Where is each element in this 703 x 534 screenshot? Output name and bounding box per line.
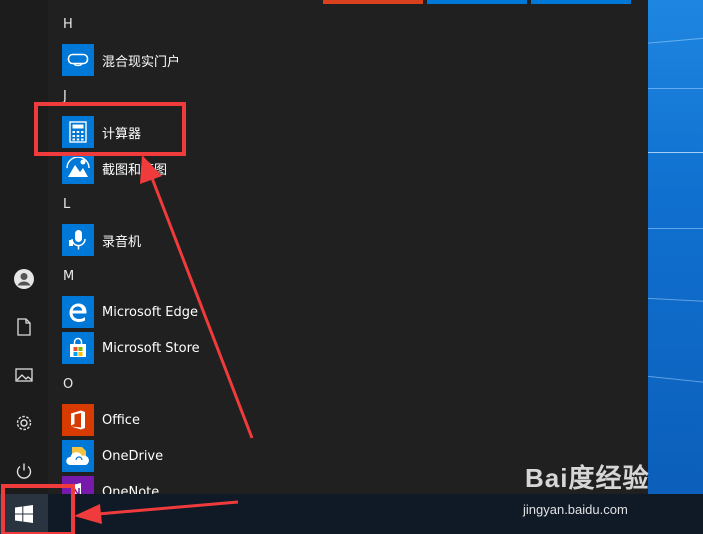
start-button[interactable] [0, 494, 48, 534]
section-header-m[interactable]: M [63, 269, 74, 284]
watermark-brand: Bai度经验 [525, 463, 650, 493]
app-item-snip-sketch[interactable]: 截图和草图 [62, 150, 302, 186]
onenote-icon [62, 476, 94, 494]
settings-icon[interactable] [0, 405, 48, 441]
wallpaper-streak [648, 375, 703, 386]
app-item-onedrive[interactable]: OneDrive [62, 438, 302, 474]
user-icon[interactable] [0, 261, 48, 297]
calculator-icon [62, 116, 94, 148]
watermark-url: jingyan.baidu.com [523, 502, 628, 517]
voice-recorder-icon [62, 224, 94, 256]
wallpaper-streak [648, 37, 703, 44]
store-icon [62, 332, 94, 364]
pictures-icon[interactable] [0, 357, 48, 393]
wallpaper-streak [648, 297, 703, 304]
app-label: OneDrive [102, 448, 164, 464]
onedrive-icon [62, 440, 94, 472]
section-header-l[interactable]: L [63, 197, 70, 212]
desktop-wallpaper [648, 0, 703, 494]
app-item-mixed-reality[interactable]: 混合现实门户 [62, 42, 302, 78]
app-item-calculator[interactable]: 计算器 [62, 114, 302, 150]
left-rail [0, 0, 48, 494]
section-header-j[interactable]: J [63, 89, 67, 104]
document-icon[interactable] [0, 309, 48, 345]
app-label: 计算器 [102, 126, 142, 142]
app-list: H 混合现实门户 J 计算器 截图和草图 L 录音机 M Microsoft E… [48, 0, 308, 494]
app-label: Microsoft Store [102, 340, 200, 356]
tile-area [308, 0, 648, 494]
app-label: 截图和草图 [102, 162, 168, 178]
app-item-voice-recorder[interactable]: 录音机 [62, 222, 302, 258]
power-icon[interactable] [0, 453, 48, 489]
snip-sketch-icon [62, 152, 94, 184]
app-item-onenote[interactable]: OneNote [62, 474, 302, 494]
start-menu: H 混合现实门户 J 计算器 截图和草图 L 录音机 M Microsoft E… [0, 0, 648, 494]
section-header-h[interactable]: H [63, 17, 73, 32]
edge-icon [62, 296, 94, 328]
windows-logo-icon [15, 505, 33, 523]
app-item-microsoft-store[interactable]: Microsoft Store [62, 330, 302, 366]
office-icon [62, 404, 94, 436]
app-label: OneNote [102, 484, 160, 495]
wallpaper-streak [648, 228, 703, 229]
app-item-microsoft-edge[interactable]: Microsoft Edge [62, 294, 302, 330]
app-label: Office [102, 412, 140, 428]
tile[interactable] [427, 0, 527, 4]
app-item-office[interactable]: Office [62, 402, 302, 438]
mixed-reality-icon [62, 44, 94, 76]
section-header-o[interactable]: O [63, 377, 73, 392]
app-label: 混合现实门户 [102, 54, 181, 70]
tile[interactable] [323, 0, 423, 4]
watermark: Bai度经验 jingyan.baidu.com [523, 458, 663, 522]
tile[interactable] [531, 0, 631, 4]
wallpaper-streak [648, 152, 703, 153]
app-label: Microsoft Edge [102, 304, 199, 320]
app-label: 录音机 [102, 234, 142, 250]
wallpaper-streak [648, 88, 703, 89]
